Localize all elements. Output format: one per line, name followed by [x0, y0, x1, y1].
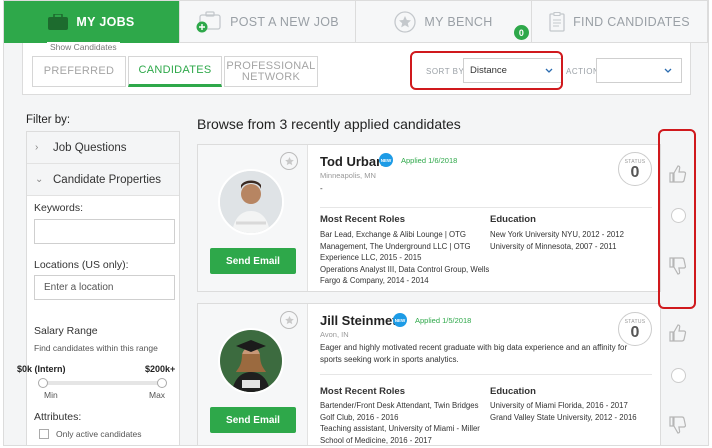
tab-label: POST A NEW JOB — [230, 15, 339, 29]
chevron-down-icon: ⌄ — [35, 174, 44, 185]
education-title: Education — [490, 386, 536, 397]
candidate-name[interactable]: Tod Urban — [320, 154, 384, 169]
sort-value: Distance — [470, 65, 507, 76]
neutral-circle-icon[interactable] — [671, 368, 686, 383]
chevron-down-icon — [664, 66, 672, 77]
candidate-location: Avon, IN — [320, 330, 349, 339]
tab-post-a-new-job[interactable]: POST A NEW JOB — [180, 1, 356, 43]
roles-list: Bar Lead, Exchange & Alibi Lounge | OTG … — [320, 230, 490, 285]
tab-label: FIND CANDIDATES — [573, 15, 690, 29]
salary-max-value: $200k+ — [145, 364, 176, 374]
new-badge: NEW — [393, 313, 407, 327]
min-label: Min — [44, 390, 58, 400]
only-active-checkbox[interactable] — [39, 429, 49, 439]
tab-find-candidates[interactable]: FIND CANDIDATES — [532, 1, 708, 43]
tab-my-jobs[interactable]: MY JOBS — [4, 1, 180, 43]
candidate-card: Send Email Tod Urban NEW Applied 1/6/201… — [197, 144, 661, 292]
candidate-name[interactable]: Jill Steinmetz — [320, 313, 403, 328]
divider — [320, 374, 652, 375]
filter-by-title: Filter by: — [26, 114, 71, 126]
tab-label: MY JOBS — [76, 15, 135, 29]
salary-slider-track[interactable] — [42, 381, 162, 385]
roles-title: Most Recent Roles — [320, 214, 405, 225]
chevron-right-icon: › — [35, 142, 39, 153]
action-select[interactable] — [596, 58, 682, 83]
tab-my-bench[interactable]: MY BENCH 0 — [356, 1, 532, 43]
roles-list: Bartender/Front Desk Attendant, Twin Bri… — [320, 401, 480, 445]
locations-label: Locations (US only): — [34, 259, 129, 271]
avatar — [218, 169, 284, 235]
status-value: 0 — [630, 164, 640, 181]
send-email-button[interactable]: Send Email — [210, 407, 296, 433]
add-briefcase-icon — [196, 11, 222, 33]
document-icon — [549, 12, 565, 32]
chevron-down-icon — [545, 66, 553, 77]
applied-date: Applied 1/6/2018 — [401, 156, 458, 165]
avatar — [218, 328, 284, 394]
thumbs-up-icon[interactable] — [668, 323, 688, 348]
salary-max-handle[interactable] — [157, 378, 167, 388]
show-candidates-bar: Show Candidates PREFERRED CANDIDATES PRO… — [22, 42, 691, 95]
thumbs-up-icon[interactable] — [668, 164, 688, 189]
bench-count-badge: 0 — [514, 25, 529, 40]
section-candidate-properties[interactable]: ⌄ Candidate Properties — [27, 164, 179, 196]
applied-date: Applied 1/5/2018 — [415, 316, 472, 325]
roles-title: Most Recent Roles — [320, 386, 405, 397]
star-icon — [394, 11, 417, 33]
section-label: Job Questions — [53, 141, 127, 154]
only-active-label: Only active candidates — [56, 429, 142, 439]
max-label: Max — [149, 390, 166, 400]
salary-min-value: $0k (Intern) — [17, 364, 66, 374]
top-nav: MY JOBS POST A NEW JOB MY BENCH 0 FIND C… — [4, 1, 708, 43]
status-badge: STATUS 0 — [618, 152, 652, 186]
star-icon[interactable] — [280, 311, 298, 329]
section-label: Candidate Properties — [53, 173, 162, 186]
show-candidates-label: Show Candidates — [47, 42, 120, 52]
section-job-questions[interactable]: › Job Questions — [27, 132, 179, 164]
app-frame: MY JOBS POST A NEW JOB MY BENCH 0 FIND C… — [3, 0, 709, 446]
status-badge: STATUS 0 — [618, 312, 652, 346]
sort-select[interactable]: Distance — [463, 58, 563, 83]
divider — [320, 207, 652, 208]
pill-preferred[interactable]: PREFERRED — [32, 56, 126, 87]
salary-min-handle[interactable] — [38, 378, 48, 388]
neutral-circle-icon[interactable] — [671, 208, 686, 223]
keywords-input[interactable] — [34, 219, 175, 244]
star-icon[interactable] — [280, 152, 298, 170]
education-list: New York University NYU, 2012 - 2012 Uni… — [490, 230, 624, 251]
send-email-button[interactable]: Send Email — [210, 248, 296, 274]
location-input[interactable]: Enter a location — [34, 275, 175, 300]
action-label: ACTION — [566, 67, 600, 76]
sort-by-label: SORT BY — [426, 67, 465, 76]
candidate-description: Eager and highly motivated recent gradua… — [320, 343, 628, 364]
candidate-location: Minneapolis, MN — [320, 171, 376, 180]
thumbs-down-icon[interactable] — [668, 415, 688, 440]
pill-candidates[interactable]: CANDIDATES — [128, 56, 222, 87]
salary-hint: Find candidates within this range — [34, 343, 158, 353]
status-value: 0 — [630, 324, 640, 341]
keywords-label: Keywords: — [34, 202, 84, 214]
briefcase-icon — [48, 14, 69, 30]
salary-range-label: Salary Range — [34, 325, 98, 337]
new-badge: NEW — [379, 153, 393, 167]
filter-sidebar: › Job Questions ⌄ Candidate Properties K… — [17, 131, 180, 445]
thumbs-down-icon[interactable] — [668, 256, 688, 281]
candidate-description: - — [320, 184, 323, 193]
education-title: Education — [490, 214, 536, 225]
pill-professional-network[interactable]: PROFESSIONAL NETWORK — [224, 56, 318, 87]
candidate-card: Send Email Jill Steinmetz NEW Applied 1/… — [197, 303, 661, 445]
education-list: University of Miami Florida, 2016 - 2017… — [490, 401, 637, 422]
attributes-label: Attributes: — [34, 411, 82, 423]
browse-heading: Browse from 3 recently applied candidate… — [197, 116, 461, 132]
tab-label: MY BENCH — [424, 15, 493, 29]
